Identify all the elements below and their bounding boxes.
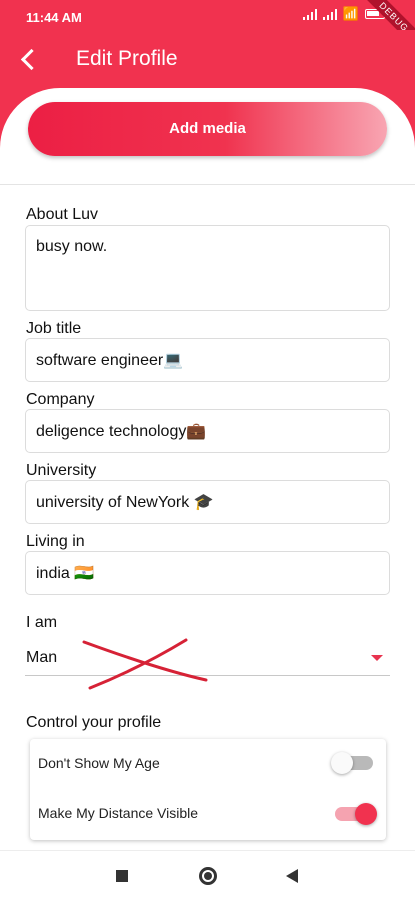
toggle-row-distance[interactable]: Make My Distance Visible	[30, 789, 386, 829]
job-title-label: Job title	[26, 320, 82, 337]
divider	[0, 184, 415, 185]
company-label: Company	[26, 391, 95, 408]
about-label: About Luv	[26, 206, 99, 223]
app-bar: Edit Profile	[0, 30, 415, 88]
toggle-knob	[355, 803, 377, 825]
gender-dropdown[interactable]: Man	[26, 649, 57, 667]
toggle-label-distance: Make My Distance Visible	[38, 805, 199, 821]
about-input[interactable]: busy now.	[25, 225, 390, 311]
recents-icon[interactable]	[116, 870, 128, 882]
back-arrow-icon[interactable]	[16, 46, 44, 74]
add-media-button[interactable]: Add media	[28, 102, 387, 156]
home-icon[interactable]	[199, 867, 217, 885]
control-title: Control your profile	[26, 714, 162, 731]
signal-icon-2	[322, 8, 337, 20]
system-nav-bar	[0, 850, 415, 900]
company-input[interactable]: deligence technology💼	[25, 409, 390, 453]
living-in-input[interactable]: india 🇮🇳	[25, 551, 390, 595]
toggle-knob	[331, 752, 353, 774]
job-title-input[interactable]: software engineer💻	[25, 338, 390, 382]
control-card: Don't Show My Age Make My Distance Visib…	[30, 739, 386, 840]
toggle-label-age: Don't Show My Age	[38, 755, 160, 771]
dropdown-arrow-icon[interactable]	[371, 655, 383, 661]
university-value: university of NewYork 🎓	[36, 494, 214, 511]
job-title-value: software engineer💻	[36, 352, 184, 369]
status-icons: 📶	[302, 6, 385, 21]
living-in-value: india 🇮🇳	[36, 565, 95, 582]
age-toggle[interactable]	[331, 752, 373, 774]
gender-label: I am	[26, 614, 58, 631]
living-in-label: Living in	[26, 533, 85, 550]
distance-toggle[interactable]	[335, 803, 377, 825]
status-bar: 11:44 AM 📶 DEBUG	[0, 0, 415, 54]
strike-through-annotation	[82, 638, 208, 690]
signal-icon	[302, 8, 317, 20]
wifi-icon: 📶	[342, 6, 359, 21]
page-title: Edit Profile	[76, 47, 178, 70]
about-value: busy now.	[36, 238, 108, 255]
toggle-row-age[interactable]: Don't Show My Age	[30, 739, 386, 779]
university-input[interactable]: university of NewYork 🎓	[25, 480, 390, 524]
status-time: 11:44 AM	[26, 10, 82, 25]
company-value: deligence technology💼	[36, 423, 207, 440]
university-label: University	[26, 462, 97, 479]
back-triangle-icon[interactable]	[286, 869, 298, 883]
